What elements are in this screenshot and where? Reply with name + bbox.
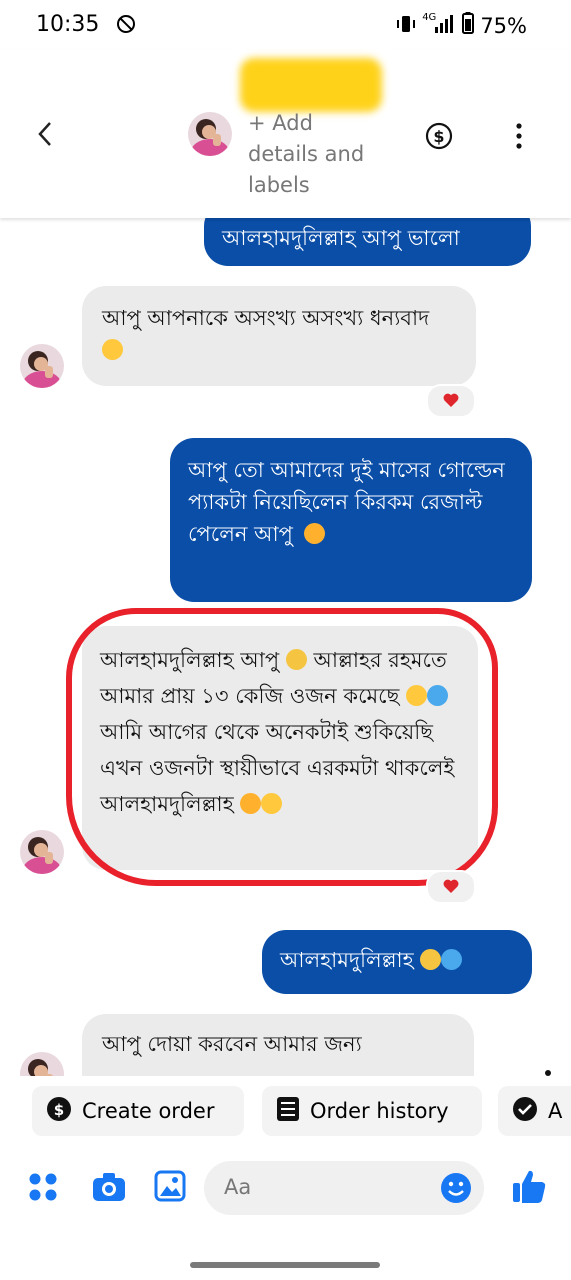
order-history-button[interactable]: Order history: [262, 1086, 482, 1136]
status-icons: 4G 75%: [396, 12, 527, 39]
status-bar: 10:35 4G 75%: [0, 0, 571, 50]
dollar-circle-icon: $: [46, 1096, 72, 1127]
add-details-link[interactable]: + Add details and labels: [248, 108, 398, 201]
message-input[interactable]: Aa: [204, 1161, 484, 1215]
message-text: আপু দোয়া করবেন আমার জন্য: [102, 1032, 362, 1056]
heart-reaction[interactable]: [426, 384, 476, 418]
battery-icon: [462, 12, 475, 39]
message-incoming[interactable]: আপু দোয়া করবেন আমার জন্য: [82, 1014, 474, 1076]
battery-percent: 75%: [480, 13, 527, 38]
receipt-icon: [276, 1096, 300, 1127]
sender-avatar[interactable]: [20, 344, 64, 388]
contact-name-redacted: [240, 58, 382, 112]
red-highlight-circle: [66, 608, 498, 886]
message-outgoing[interactable]: আলহামদুলিল্লাহ: [262, 930, 532, 994]
raised-hands-emoji-icon: [420, 949, 442, 970]
do-not-disturb-icon: [116, 14, 136, 38]
dollar-icon[interactable]: $: [425, 122, 453, 154]
svg-text:$: $: [54, 1101, 64, 1119]
emoji-icon[interactable]: [440, 1172, 472, 1208]
back-arrow-icon[interactable]: [36, 120, 54, 152]
message-incoming[interactable]: আপু আপনাকে অসংখ্য অসংখ্য ধন্যবাদ: [82, 286, 476, 386]
chat-header: + Add details and labels $: [0, 50, 571, 218]
create-order-label: Create order: [82, 1099, 215, 1123]
network-type: 4G: [422, 12, 437, 23]
more-vert-icon[interactable]: [515, 122, 523, 154]
heart-icon: [443, 392, 459, 411]
thumbs-up-icon[interactable]: [512, 1168, 546, 1208]
quick-actions-bar: $ Create order Order history A: [0, 1076, 571, 1152]
camera-icon[interactable]: [92, 1172, 126, 1206]
message-text: আপু তো আমাদের দুই মাসের গোল্ডেন প্যাকটা …: [188, 458, 505, 546]
status-time: 10:35: [36, 12, 100, 37]
gallery-icon[interactable]: [154, 1170, 186, 1206]
blush-emoji-icon: [102, 339, 123, 360]
smiling-hearts-emoji-icon: [303, 523, 325, 544]
heart-reaction[interactable]: [426, 870, 476, 904]
message-text: আপু আপনাকে অসংখ্য অসংখ্য ধন্যবাদ: [102, 306, 430, 330]
message-text: আলহামদুলিল্লাহ: [280, 948, 414, 972]
svg-text:$: $: [433, 127, 444, 146]
more-action-button[interactable]: A: [498, 1086, 571, 1136]
message-composer: Aa: [0, 1152, 571, 1224]
check-circle-icon: [512, 1096, 538, 1127]
apps-grid-icon[interactable]: [28, 1172, 58, 1206]
vibrate-icon: [396, 14, 416, 38]
message-outgoing[interactable]: আলহামদুলিল্লাহ আপু ভালো: [204, 218, 531, 266]
message-list[interactable]: আলহামদুলিল্লাহ আপু ভালো আপু আপনাকে অসংখ্…: [0, 218, 571, 1076]
sender-avatar[interactable]: [20, 830, 64, 874]
message-text: আলহামদুলিল্লাহ আপু ভালো: [222, 226, 460, 250]
sender-avatar[interactable]: [20, 1052, 64, 1076]
more-action-label: A: [548, 1099, 563, 1123]
signal-icon: [434, 14, 456, 38]
message-outgoing[interactable]: আপু তো আমাদের দুই মাসের গোল্ডেন প্যাকটা …: [170, 438, 532, 602]
home-indicator[interactable]: [190, 1262, 380, 1268]
create-order-button[interactable]: $ Create order: [32, 1086, 244, 1136]
contact-avatar[interactable]: [188, 112, 232, 156]
blue-heart-emoji-icon: [441, 949, 463, 970]
message-input-placeholder: Aa: [224, 1175, 252, 1199]
order-history-label: Order history: [310, 1099, 449, 1123]
heart-icon: [443, 878, 459, 897]
